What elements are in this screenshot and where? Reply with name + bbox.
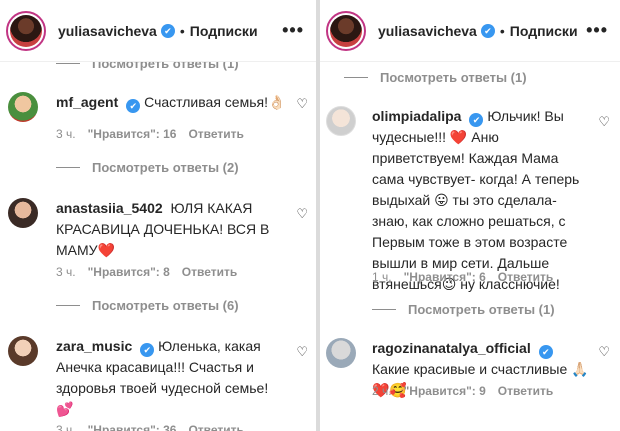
view-replies-label: Посмотреть ответы (1) [380, 70, 527, 85]
comment-time: 2 ч. [372, 384, 392, 398]
more-options-icon[interactable]: ••• [282, 20, 304, 41]
comment-likes[interactable]: "Нравится": 36 [88, 423, 177, 431]
commenter-username[interactable]: zara_music [56, 338, 132, 354]
author-username[interactable]: yuliasavicheva [58, 23, 157, 39]
comment-body: Юльчик! Вы чудесные!!! ❤️ Аню приветству… [372, 108, 580, 292]
comment-likes[interactable]: "Нравится": 8 [88, 265, 170, 279]
view-replies-button[interactable]: Посмотреть ответы (1) [372, 302, 555, 317]
author-avatar[interactable] [6, 10, 46, 51]
commenter-username[interactable]: anastasiia_5402 [56, 200, 163, 216]
comment-likes[interactable]: "Нравится": 9 [404, 384, 486, 398]
reply-button[interactable]: Ответить [182, 265, 237, 279]
comment-text: mf_agent ✔ Счастливая семья!👌🏻 [56, 92, 286, 113]
view-replies-button[interactable]: Посмотреть ответы (6) [56, 298, 239, 313]
like-heart-icon[interactable]: ♡ [598, 114, 610, 130]
author-avatar[interactable] [326, 10, 366, 51]
commenter-avatar[interactable] [326, 338, 356, 368]
view-replies-label: Посмотреть ответы (1) [408, 302, 555, 317]
commenter-avatar[interactable] [326, 106, 356, 136]
reply-button[interactable]: Ответить [498, 270, 553, 284]
verified-badge-icon: ✔ [140, 343, 155, 357]
verified-badge-icon: ✔ [469, 113, 484, 127]
comment-time: 1 ч. [372, 270, 392, 284]
replies-divider-line [56, 305, 80, 306]
comment-time: 3 ч. [56, 423, 76, 431]
reply-button[interactable]: Ответить [188, 127, 243, 141]
commenter-username[interactable]: mf_agent [56, 94, 118, 110]
comment-meta: 3 ч. "Нравится": 16 Ответить [56, 127, 244, 141]
reply-button[interactable]: Ответить [188, 423, 243, 431]
comment-likes[interactable]: "Нравится": 6 [404, 270, 486, 284]
left-comments-panel: Посмотреть ответы (1) yuliasavicheva ✔ •… [0, 0, 316, 431]
comment-text: olimpiadalipa ✔ Юльчик! Вы чудесные!!! ❤️… [372, 106, 592, 295]
comment-time: 3 ч. [56, 265, 76, 279]
commenter-avatar[interactable] [8, 336, 38, 366]
comment-meta: 3 ч. "Нравится": 36 Ответить [56, 423, 244, 431]
like-heart-icon[interactable]: ♡ [296, 206, 308, 222]
author-avatar-image [330, 14, 362, 47]
view-replies-label: Посмотреть ответы (6) [92, 298, 239, 313]
comment-meta: 2 ч. "Нравится": 9 Ответить [372, 384, 553, 398]
comment-time: 3 ч. [56, 127, 76, 141]
verified-badge-icon: ✔ [160, 23, 175, 38]
following-button[interactable]: Подписки [510, 23, 578, 39]
like-heart-icon[interactable]: ♡ [296, 96, 308, 112]
replies-divider-line [56, 167, 80, 168]
view-replies-button[interactable]: Посмотреть ответы (2) [56, 160, 239, 175]
right-comments-panel: yuliasavicheva ✔ • Подписки ••• Посмотре… [320, 0, 620, 431]
comment-text: anastasiia_5402 ЮЛЯ КАКАЯ КРАСАВИЦА ДОЧЕ… [56, 198, 286, 261]
view-replies-label: Посмотреть ответы (2) [92, 160, 239, 175]
verified-badge-icon: ✔ [126, 99, 141, 113]
reply-button[interactable]: Ответить [498, 384, 553, 398]
commenter-avatar[interactable] [8, 92, 38, 122]
replies-divider-line [344, 77, 368, 78]
more-options-icon[interactable]: ••• [586, 20, 608, 41]
commenter-avatar[interactable] [8, 198, 38, 228]
comment-meta: 1 ч. "Нравится": 6 Ответить [372, 270, 553, 284]
comment-text: zara_music ✔ Юленька, какая Анечка красав… [56, 336, 286, 420]
replies-divider-line [56, 63, 80, 64]
comment-likes[interactable]: "Нравится": 16 [88, 127, 177, 141]
following-button[interactable]: Подписки [190, 23, 258, 39]
commenter-username[interactable]: olimpiadalipa [372, 108, 461, 124]
like-heart-icon[interactable]: ♡ [296, 344, 308, 360]
like-heart-icon[interactable]: ♡ [598, 344, 610, 360]
comment-body: Счастливая семья!👌🏻 [144, 94, 286, 110]
verified-badge-icon: ✔ [480, 23, 495, 38]
verified-badge-icon: ✔ [538, 345, 553, 359]
author-avatar-image [10, 14, 42, 47]
author-username[interactable]: yuliasavicheva [378, 23, 477, 39]
comment-meta: 3 ч. "Нравится": 8 Ответить [56, 265, 237, 279]
replies-divider-line [372, 309, 396, 310]
separator-dot: • [179, 22, 185, 39]
separator-dot: • [499, 22, 505, 39]
view-replies-button[interactable]: Посмотреть ответы (1) [344, 70, 527, 85]
commenter-username[interactable]: ragozinanatalya_official [372, 340, 531, 356]
post-header: yuliasavicheva ✔ • Подписки ••• [320, 0, 620, 62]
post-header: yuliasavicheva ✔ • Подписки ••• [0, 0, 316, 62]
